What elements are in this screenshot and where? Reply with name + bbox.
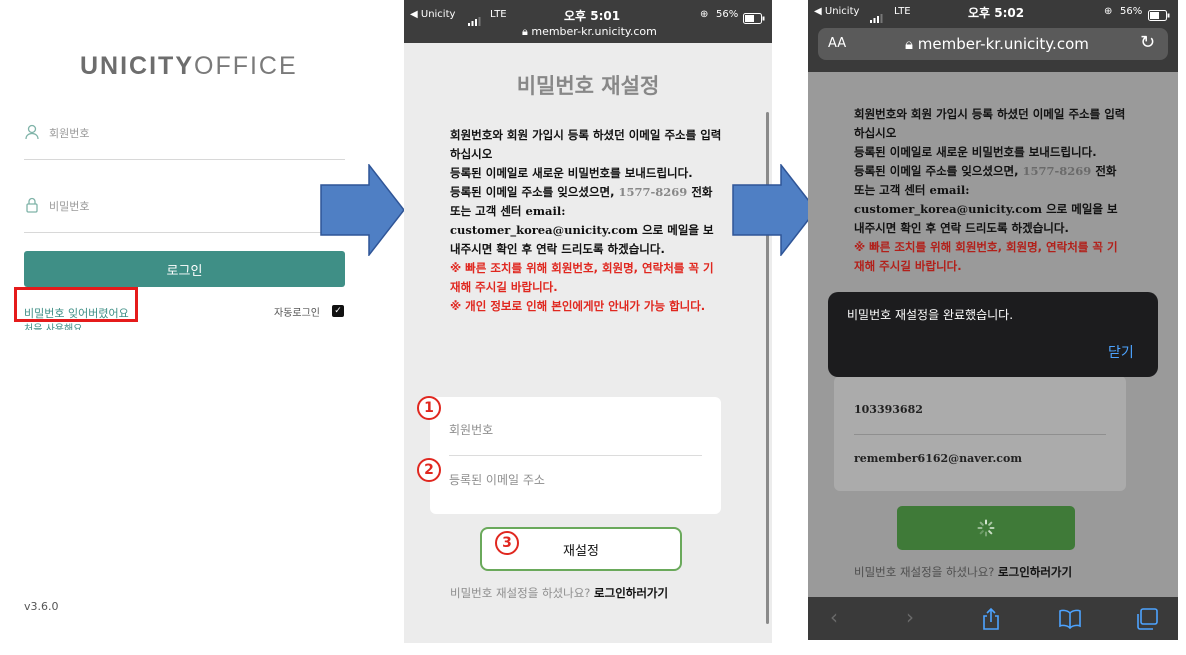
address-bar[interactable]: AA 🔒︎ member-kr.unicity.com ↻ xyxy=(818,28,1168,60)
member-field-underline xyxy=(24,159,345,160)
battery-percent: 56% xyxy=(1120,6,1143,17)
battery-icon xyxy=(1148,6,1170,25)
member-number-input[interactable]: 회원번호 xyxy=(449,421,493,438)
tabs-icon[interactable] xyxy=(1135,608,1159,634)
reload-icon[interactable]: ↻ xyxy=(1140,32,1155,53)
go-to-login-link[interactable]: 로그인하러가기 xyxy=(998,565,1072,579)
battery-icon xyxy=(743,9,765,28)
email-input[interactable]: 등록된 이메일 주소 xyxy=(449,471,545,488)
orientation-lock-icon: ⊕ xyxy=(1104,6,1113,17)
step-3-marker: 3 xyxy=(495,531,519,555)
network-label: LTE xyxy=(490,9,507,20)
clock: 오후 5:01 xyxy=(564,9,621,23)
unicity-office-logo: UNICITYOFFICE xyxy=(80,52,298,80)
version-label: v3.6.0 xyxy=(24,600,59,613)
carrier-label: ◀ Unicity xyxy=(410,9,456,20)
login-screen: UNICITYOFFICE 회원번호 비밀번호 로그인 처음 사용해요 비밀번호… xyxy=(0,0,370,655)
instructions: 회원번호와 회원 가입시 등록 하셨던 이메일 주소를 입력 하십시오 등록된 … xyxy=(854,105,1126,276)
url-display[interactable]: 🔒︎ member-kr.unicity.com xyxy=(522,25,657,39)
privacy-warning: ※ 개인 정보로 인해 본인에게만 안내가 가능 합니다. xyxy=(450,299,706,313)
step-2-marker: 2 xyxy=(417,458,441,482)
member-number-input[interactable]: 회원번호 xyxy=(49,125,89,141)
reset-password-screen: ◀ Unicity LTE 오후 5:01 ⊕ 56% 🔒︎ member-kr… xyxy=(404,0,772,643)
back-icon[interactable]: ‹ xyxy=(830,605,838,629)
password-input[interactable]: 비밀번호 xyxy=(49,198,89,214)
status-bar: ◀ Unicity LTE 오후 5:02 ⊕ 56% xyxy=(808,0,1178,26)
status-bar: ◀ Unicity LTE 오후 5:01 ⊕ 56% 🔒︎ member-kr… xyxy=(404,0,772,43)
forward-icon[interactable]: › xyxy=(906,605,914,629)
close-alert-button[interactable]: 닫기 xyxy=(1108,342,1134,362)
reset-form-card: 회원번호 등록된 이메일 주소 xyxy=(430,397,721,514)
arrow-right-icon xyxy=(320,164,405,256)
go-to-login-link[interactable]: 로그인하러가기 xyxy=(594,586,668,600)
lock-icon: 🔒︎ xyxy=(905,35,913,53)
lock-icon xyxy=(25,197,39,213)
carrier-label: ◀ Unicity xyxy=(814,6,860,17)
page-title: 비밀번호 재설정 xyxy=(516,74,660,98)
highlight-box xyxy=(14,287,138,322)
network-label: LTE xyxy=(894,6,911,17)
instructions: 회원번호와 회원 가입시 등록 하셨던 이메일 주소를 입력 하십시오 등록된 … xyxy=(450,126,722,316)
auto-login-label: 자동로그인 xyxy=(274,308,320,319)
auto-login-checkbox[interactable]: ✓ xyxy=(332,305,344,317)
orientation-lock-icon: ⊕ xyxy=(700,9,709,20)
member-number-value[interactable]: 103393682 xyxy=(854,403,923,416)
battery-percent: 56% xyxy=(716,9,739,20)
login-button[interactable]: 로그인 xyxy=(24,251,345,287)
field-divider xyxy=(854,434,1106,435)
clock: 오후 5:02 xyxy=(968,6,1025,20)
reset-complete-screen: ◀ Unicity LTE 오후 5:02 ⊕ 56% AA 🔒︎ member… xyxy=(808,0,1178,640)
warning-text: ※ 빠른 조치를 위해 회원번호, 회원명, 연락처를 꼭 기재해 주시길 바랍… xyxy=(854,240,1118,273)
step-1-marker: 1 xyxy=(417,396,441,420)
email-value[interactable]: remember6162@naver.com xyxy=(854,452,1022,465)
completion-alert: 비밀번호 재설정을 완료했습니다. 닫기 xyxy=(828,292,1158,377)
user-icon xyxy=(25,124,39,140)
signal-icon xyxy=(468,11,482,30)
arrow-right-icon xyxy=(732,164,817,256)
signal-icon xyxy=(870,8,884,27)
password-field-underline xyxy=(24,232,345,233)
browser-toolbar: ‹ › xyxy=(808,597,1178,640)
lock-icon: 🔒︎ xyxy=(522,25,528,38)
login-prompt: 비밀번호 재설정을 하셨나요? 로그인하러가기 xyxy=(450,586,669,600)
field-divider xyxy=(449,455,702,456)
url-display: 🔒︎ member-kr.unicity.com xyxy=(905,35,1089,53)
warning-text: ※ 빠른 조치를 위해 회원번호, 회원명, 연락처를 꼭 기재해 주시길 바랍… xyxy=(450,261,714,294)
login-prompt: 비밀번호 재설정을 하셨나요? 로그인하러가기 xyxy=(854,565,1073,579)
reset-form-card: 103393682 remember6162@naver.com xyxy=(834,376,1126,491)
loading-spinner-icon xyxy=(977,519,995,541)
bookmarks-icon[interactable] xyxy=(1058,609,1082,633)
reset-submit-button[interactable] xyxy=(897,506,1075,550)
alert-message: 비밀번호 재설정을 완료했습니다. xyxy=(847,308,1014,322)
share-icon[interactable] xyxy=(980,607,1002,635)
text-size-button[interactable]: AA xyxy=(828,36,846,51)
